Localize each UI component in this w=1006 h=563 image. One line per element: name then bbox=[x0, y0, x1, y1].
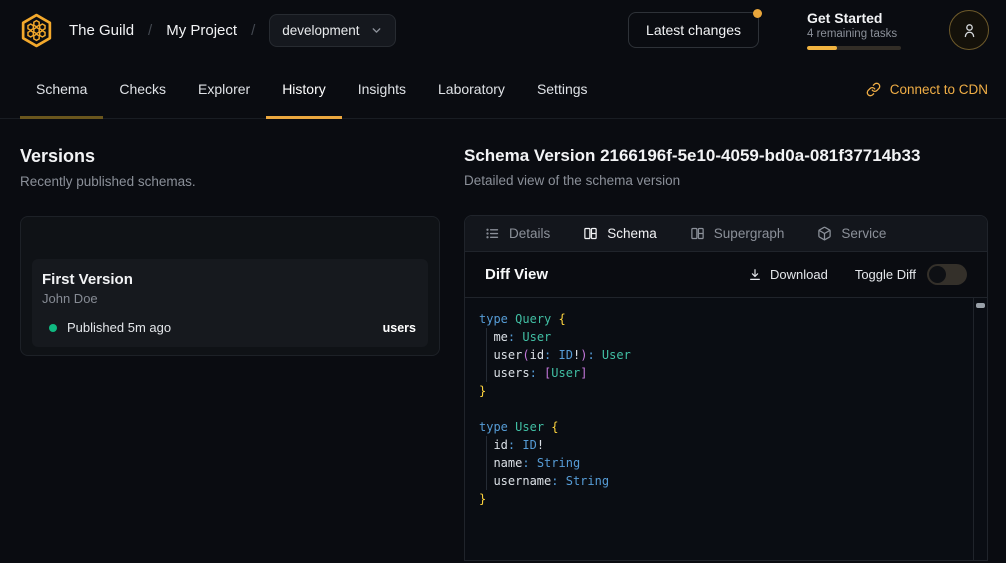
target-selector-dropdown[interactable]: development bbox=[269, 14, 395, 47]
switch-knob bbox=[929, 266, 946, 283]
person-icon bbox=[960, 21, 979, 40]
breadcrumb-separator: / bbox=[148, 22, 152, 39]
breadcrumb-org[interactable]: The Guild bbox=[69, 22, 134, 39]
tab-label: Insights bbox=[358, 81, 406, 97]
published-status-label: Published 5m ago bbox=[67, 320, 171, 335]
service-name-badge: users bbox=[383, 321, 416, 335]
get-started-title: Get Started bbox=[807, 10, 901, 26]
connect-to-cdn-label: Connect to CDN bbox=[890, 82, 988, 97]
tab-insights[interactable]: Insights bbox=[342, 60, 422, 118]
tab-underline bbox=[182, 116, 266, 119]
detail-tab-label: Supergraph bbox=[714, 226, 785, 241]
tab-underline bbox=[521, 116, 604, 119]
tab-label: Laboratory bbox=[438, 81, 505, 97]
chevron-down-icon bbox=[370, 24, 383, 37]
detail-tab-details[interactable]: Details bbox=[485, 226, 550, 241]
link-icon bbox=[866, 82, 881, 97]
diff-view-header: Diff View Download Toggle Diff bbox=[465, 252, 987, 298]
main-content: Versions Recently published schemas. Fir… bbox=[0, 119, 1006, 562]
detail-tab-label: Schema bbox=[607, 226, 657, 241]
tab-label: Checks bbox=[119, 81, 166, 97]
tab-label: Schema bbox=[36, 81, 87, 97]
user-avatar[interactable] bbox=[949, 10, 989, 50]
detail-tab-label: Service bbox=[841, 226, 886, 241]
tab-label: Settings bbox=[537, 81, 588, 97]
download-button[interactable]: Download bbox=[748, 267, 828, 282]
code-scrollbar-track bbox=[973, 298, 987, 560]
schema-version-title: Schema Version 2166196f-5e10-4059-bd0a-0… bbox=[464, 146, 988, 166]
list-icon bbox=[485, 226, 500, 241]
tab-underline bbox=[422, 116, 521, 119]
indent-guide bbox=[486, 328, 487, 382]
hive-logo[interactable]: The Guild bbox=[18, 12, 134, 49]
code-scrollbar-thumb[interactable] bbox=[976, 303, 985, 308]
sdl-code-viewer: type Query { me: User user(id: ID!): Use… bbox=[465, 298, 987, 560]
version-author: John Doe bbox=[42, 291, 416, 306]
tab-laboratory[interactable]: Laboratory bbox=[422, 60, 521, 118]
detail-tabs: Details Schema bbox=[465, 216, 987, 252]
breadcrumb-project[interactable]: My Project bbox=[166, 22, 237, 39]
version-detail-panel: Schema Version 2166196f-5e10-4059-bd0a-0… bbox=[464, 146, 988, 562]
tab-schema[interactable]: Schema bbox=[20, 60, 103, 118]
schema-version-subtitle: Detailed view of the schema version bbox=[464, 173, 988, 188]
version-list-item[interactable]: First Version John Doe Published 5m ago … bbox=[32, 259, 428, 347]
progress-fill bbox=[807, 46, 837, 50]
tab-settings[interactable]: Settings bbox=[521, 60, 604, 118]
published-status-dot bbox=[49, 324, 57, 332]
breadcrumb-separator: / bbox=[251, 22, 255, 39]
tab-underline bbox=[266, 116, 342, 119]
versions-panel: Versions Recently published schemas. Fir… bbox=[20, 146, 440, 562]
tab-underline bbox=[20, 116, 103, 119]
tab-label: History bbox=[282, 81, 326, 97]
indent-guide bbox=[486, 436, 487, 490]
detail-tab-supergraph[interactable]: Supergraph bbox=[690, 226, 785, 241]
target-selector-value: development bbox=[282, 23, 359, 38]
tab-label: Explorer bbox=[198, 81, 250, 97]
panels-icon bbox=[690, 226, 705, 241]
honeycomb-logo-icon bbox=[18, 12, 55, 49]
tab-checks[interactable]: Checks bbox=[103, 60, 182, 118]
get-started-subtitle: 4 remaining tasks bbox=[807, 28, 901, 40]
notification-dot bbox=[753, 9, 762, 18]
download-icon bbox=[748, 268, 762, 282]
panels-icon bbox=[583, 226, 598, 241]
diff-view-title: Diff View bbox=[485, 266, 548, 283]
target-nav-tabs: Schema Checks Explorer History Insights … bbox=[0, 60, 1006, 119]
connect-to-cdn-link[interactable]: Connect to CDN bbox=[866, 82, 988, 97]
version-name: First Version bbox=[42, 271, 416, 288]
tab-explorer[interactable]: Explorer bbox=[182, 60, 266, 118]
download-label: Download bbox=[770, 267, 828, 282]
cube-icon bbox=[817, 226, 832, 241]
versions-subtitle: Recently published schemas. bbox=[20, 174, 440, 189]
tab-history[interactable]: History bbox=[266, 60, 342, 118]
code-lines: type Query { me: User user(id: ID!): Use… bbox=[479, 310, 971, 508]
versions-title: Versions bbox=[20, 146, 440, 167]
get-started-progress-track bbox=[807, 46, 901, 50]
versions-list-card: First Version John Doe Published 5m ago … bbox=[20, 216, 440, 356]
tab-underline bbox=[342, 116, 422, 119]
detail-tab-label: Details bbox=[509, 226, 550, 241]
toggle-diff-label: Toggle Diff bbox=[855, 267, 916, 282]
get-started-widget[interactable]: Get Started 4 remaining tasks bbox=[807, 10, 901, 50]
toggle-diff-switch[interactable] bbox=[927, 264, 967, 285]
app-header: The Guild / My Project / development Lat… bbox=[0, 0, 1006, 60]
detail-tab-schema[interactable]: Schema bbox=[583, 226, 657, 241]
detail-tab-service[interactable]: Service bbox=[817, 226, 886, 241]
schema-version-detail-box: Details Schema bbox=[464, 215, 988, 561]
latest-changes-label: Latest changes bbox=[646, 22, 741, 38]
latest-changes-button[interactable]: Latest changes bbox=[628, 12, 759, 48]
tab-underline bbox=[103, 116, 182, 119]
